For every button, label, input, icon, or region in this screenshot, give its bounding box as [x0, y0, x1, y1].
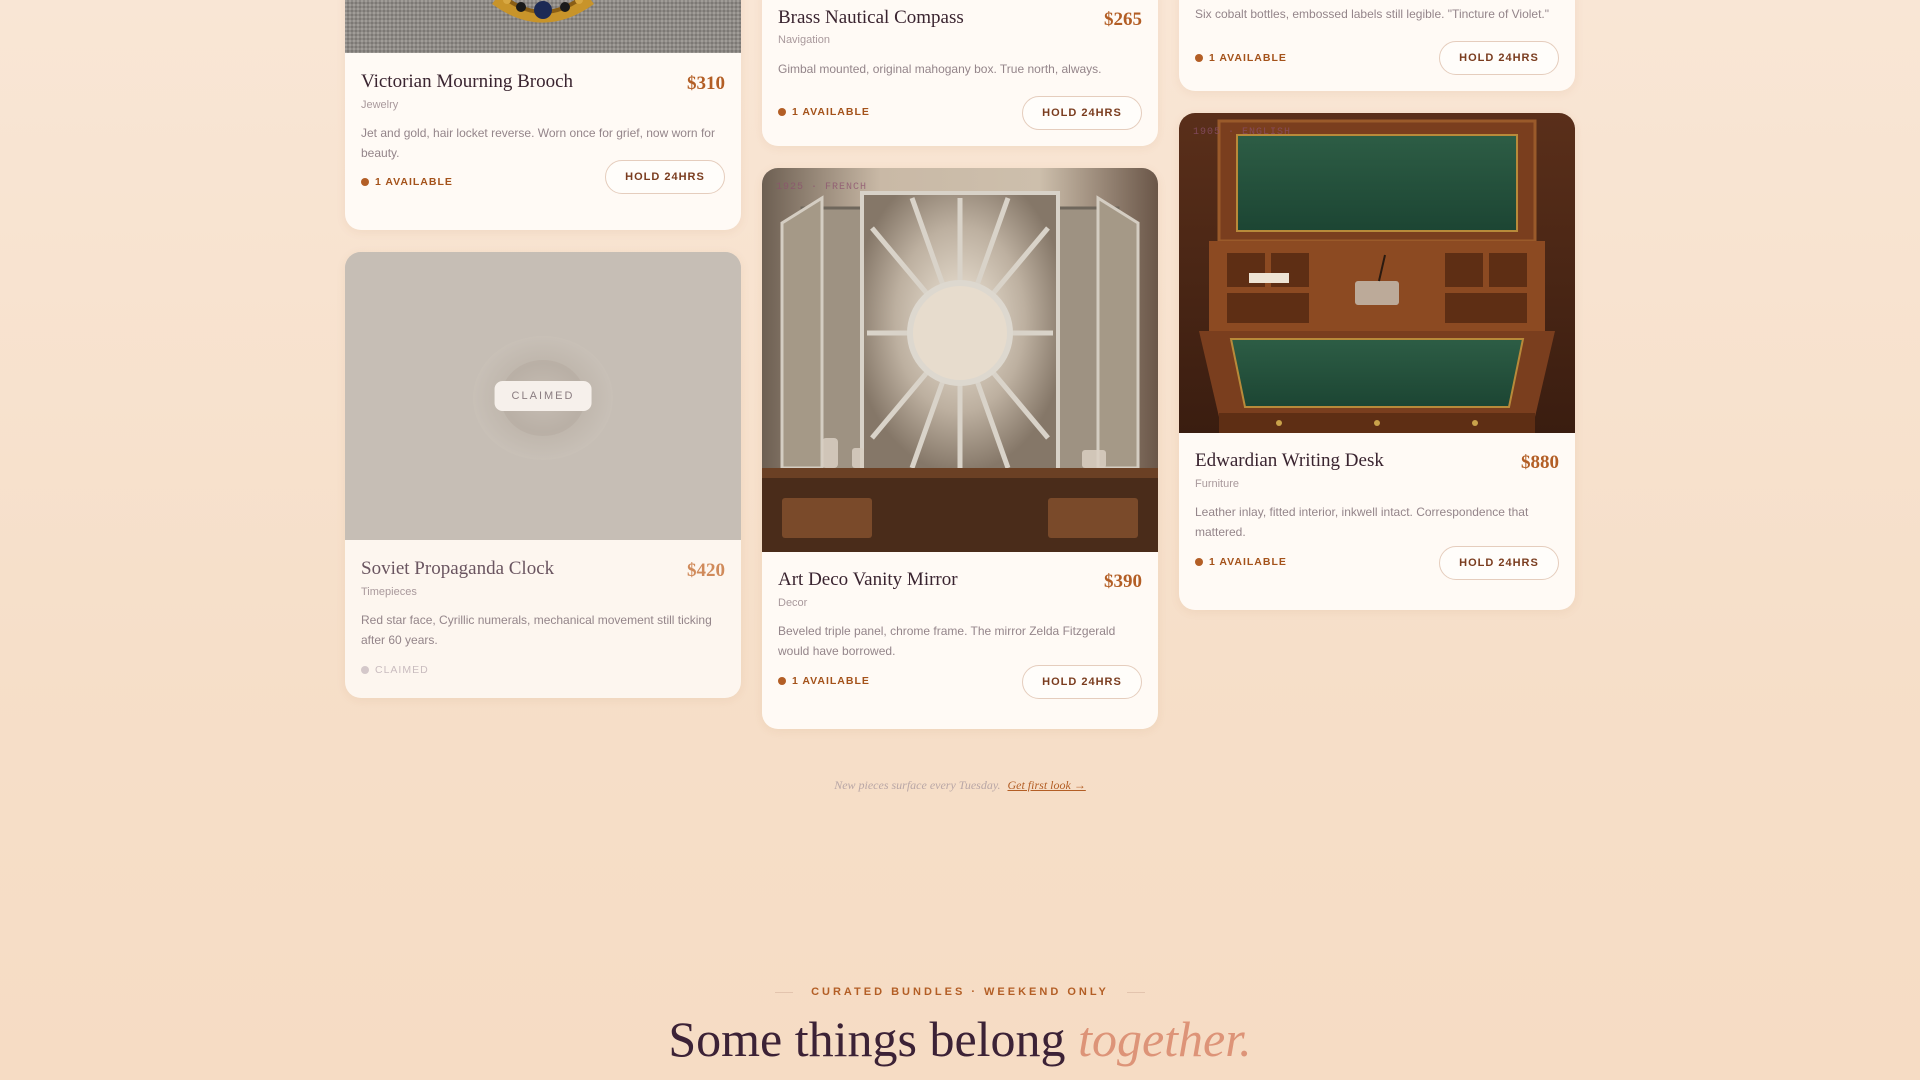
era-label: 1905 · ENGLISH: [1193, 127, 1292, 138]
product-title[interactable]: Brass Nautical Compass: [778, 7, 964, 29]
product-card-soviet-clock: CLAIMED Soviet Propaganda Clock $420 Tim…: [345, 252, 741, 698]
product-card-vanity-mirror: 1925 · FRENCH Art Deco Vanity Mirror $39…: [762, 168, 1158, 729]
product-card-victorian-brooch: Victorian Mourning Brooch $310 Jewelry J…: [345, 0, 741, 230]
product-category: Navigation: [778, 34, 830, 46]
product-description: Jet and gold, hair locket reverse. Worn …: [361, 126, 715, 160]
product-image-desk[interactable]: 1905 · ENGLISH: [1179, 113, 1575, 433]
product-price: $390: [1104, 571, 1142, 592]
product-image-brooch[interactable]: [345, 0, 741, 53]
headline-accent: together.: [1078, 1011, 1252, 1067]
product-card-writing-desk: 1905 · ENGLISH Edwardian Writing Desk $8…: [1179, 113, 1575, 610]
availability-label: 1 AVAILABLE: [792, 106, 870, 118]
availability-label: 1 AVAILABLE: [792, 675, 870, 687]
product-title[interactable]: Victorian Mourning Brooch: [361, 71, 573, 93]
product-card-nautical-compass: Brass Nautical Compass $265 Navigation G…: [762, 0, 1158, 146]
new-pieces-text: New pieces surface every Tuesday.: [834, 778, 1001, 792]
eyebrow-divider-right: [1126, 991, 1145, 993]
availability-status: CLAIMED: [361, 664, 429, 676]
product-category: Timepieces: [361, 586, 417, 598]
availability-status: 1 AVAILABLE: [1195, 52, 1287, 64]
hold-24hrs-button[interactable]: HOLD 24HRS: [605, 160, 725, 194]
claimed-badge: CLAIMED: [494, 381, 592, 411]
availability-dot-icon: [1195, 558, 1203, 566]
hold-24hrs-button[interactable]: HOLD 24HRS: [1022, 96, 1142, 130]
product-description: Six cobalt bottles, embossed labels stil…: [1195, 7, 1550, 21]
product-card-cobalt-bottles: Six cobalt bottles, embossed labels stil…: [1179, 0, 1575, 91]
brooch-photo: [345, 0, 741, 53]
product-image-clock: CLAIMED: [345, 252, 741, 540]
product-price: $310: [687, 73, 725, 94]
availability-status: 1 AVAILABLE: [778, 106, 870, 118]
era-label: 1925 · FRENCH: [776, 182, 868, 193]
product-price: $265: [1104, 9, 1142, 30]
product-price: $420: [687, 560, 725, 581]
availability-dot-icon: [361, 178, 369, 186]
availability-status: 1 AVAILABLE: [778, 675, 870, 687]
product-title[interactable]: Art Deco Vanity Mirror: [778, 569, 958, 591]
availability-dot-icon: [1195, 54, 1203, 62]
product-price: $880: [1521, 452, 1559, 473]
headline-main: Some things belong: [668, 1011, 1066, 1067]
hold-24hrs-button[interactable]: HOLD 24HRS: [1439, 41, 1559, 75]
product-title[interactable]: Edwardian Writing Desk: [1195, 450, 1384, 472]
availability-dot-icon: [778, 677, 786, 685]
availability-dot-icon: [778, 108, 786, 116]
product-description: Gimbal mounted, original mahogany box. T…: [778, 62, 1102, 76]
product-description: Leather inlay, fitted interior, inkwell …: [1195, 505, 1529, 539]
new-pieces-note: New pieces surface every Tuesday. Get fi…: [0, 778, 1920, 793]
product-image-mirror[interactable]: 1925 · FRENCH: [762, 168, 1158, 552]
availability-status: 1 AVAILABLE: [1195, 556, 1287, 568]
product-description: Red star face, Cyrillic numerals, mechan…: [361, 613, 712, 647]
product-category: Jewelry: [361, 99, 399, 111]
availability-label: 1 AVAILABLE: [1209, 52, 1287, 64]
hold-24hrs-button[interactable]: HOLD 24HRS: [1439, 546, 1559, 580]
product-title: Soviet Propaganda Clock: [361, 558, 555, 579]
mirror-photo: [762, 168, 1158, 552]
product-category: Decor: [778, 597, 808, 609]
eyebrow-divider-left: [775, 991, 794, 993]
get-first-look-link[interactable]: Get first look →: [1007, 778, 1085, 792]
bundles-eyebrow-text: CURATED BUNDLES · WEEKEND ONLY: [811, 986, 1109, 998]
availability-label: 1 AVAILABLE: [375, 176, 453, 188]
product-category: Furniture: [1195, 478, 1240, 490]
availability-label: CLAIMED: [375, 664, 429, 676]
desk-photo: [1179, 113, 1575, 433]
bundles-eyebrow: CURATED BUNDLES · WEEKEND ONLY: [0, 986, 1920, 998]
bundles-headline: Some things belong together.: [0, 1010, 1920, 1068]
hold-24hrs-button[interactable]: HOLD 24HRS: [1022, 665, 1142, 699]
availability-label: 1 AVAILABLE: [1209, 556, 1287, 568]
availability-dot-icon: [361, 666, 369, 674]
availability-status: 1 AVAILABLE: [361, 176, 453, 188]
product-description: Beveled triple panel, chrome frame. The …: [778, 624, 1116, 658]
